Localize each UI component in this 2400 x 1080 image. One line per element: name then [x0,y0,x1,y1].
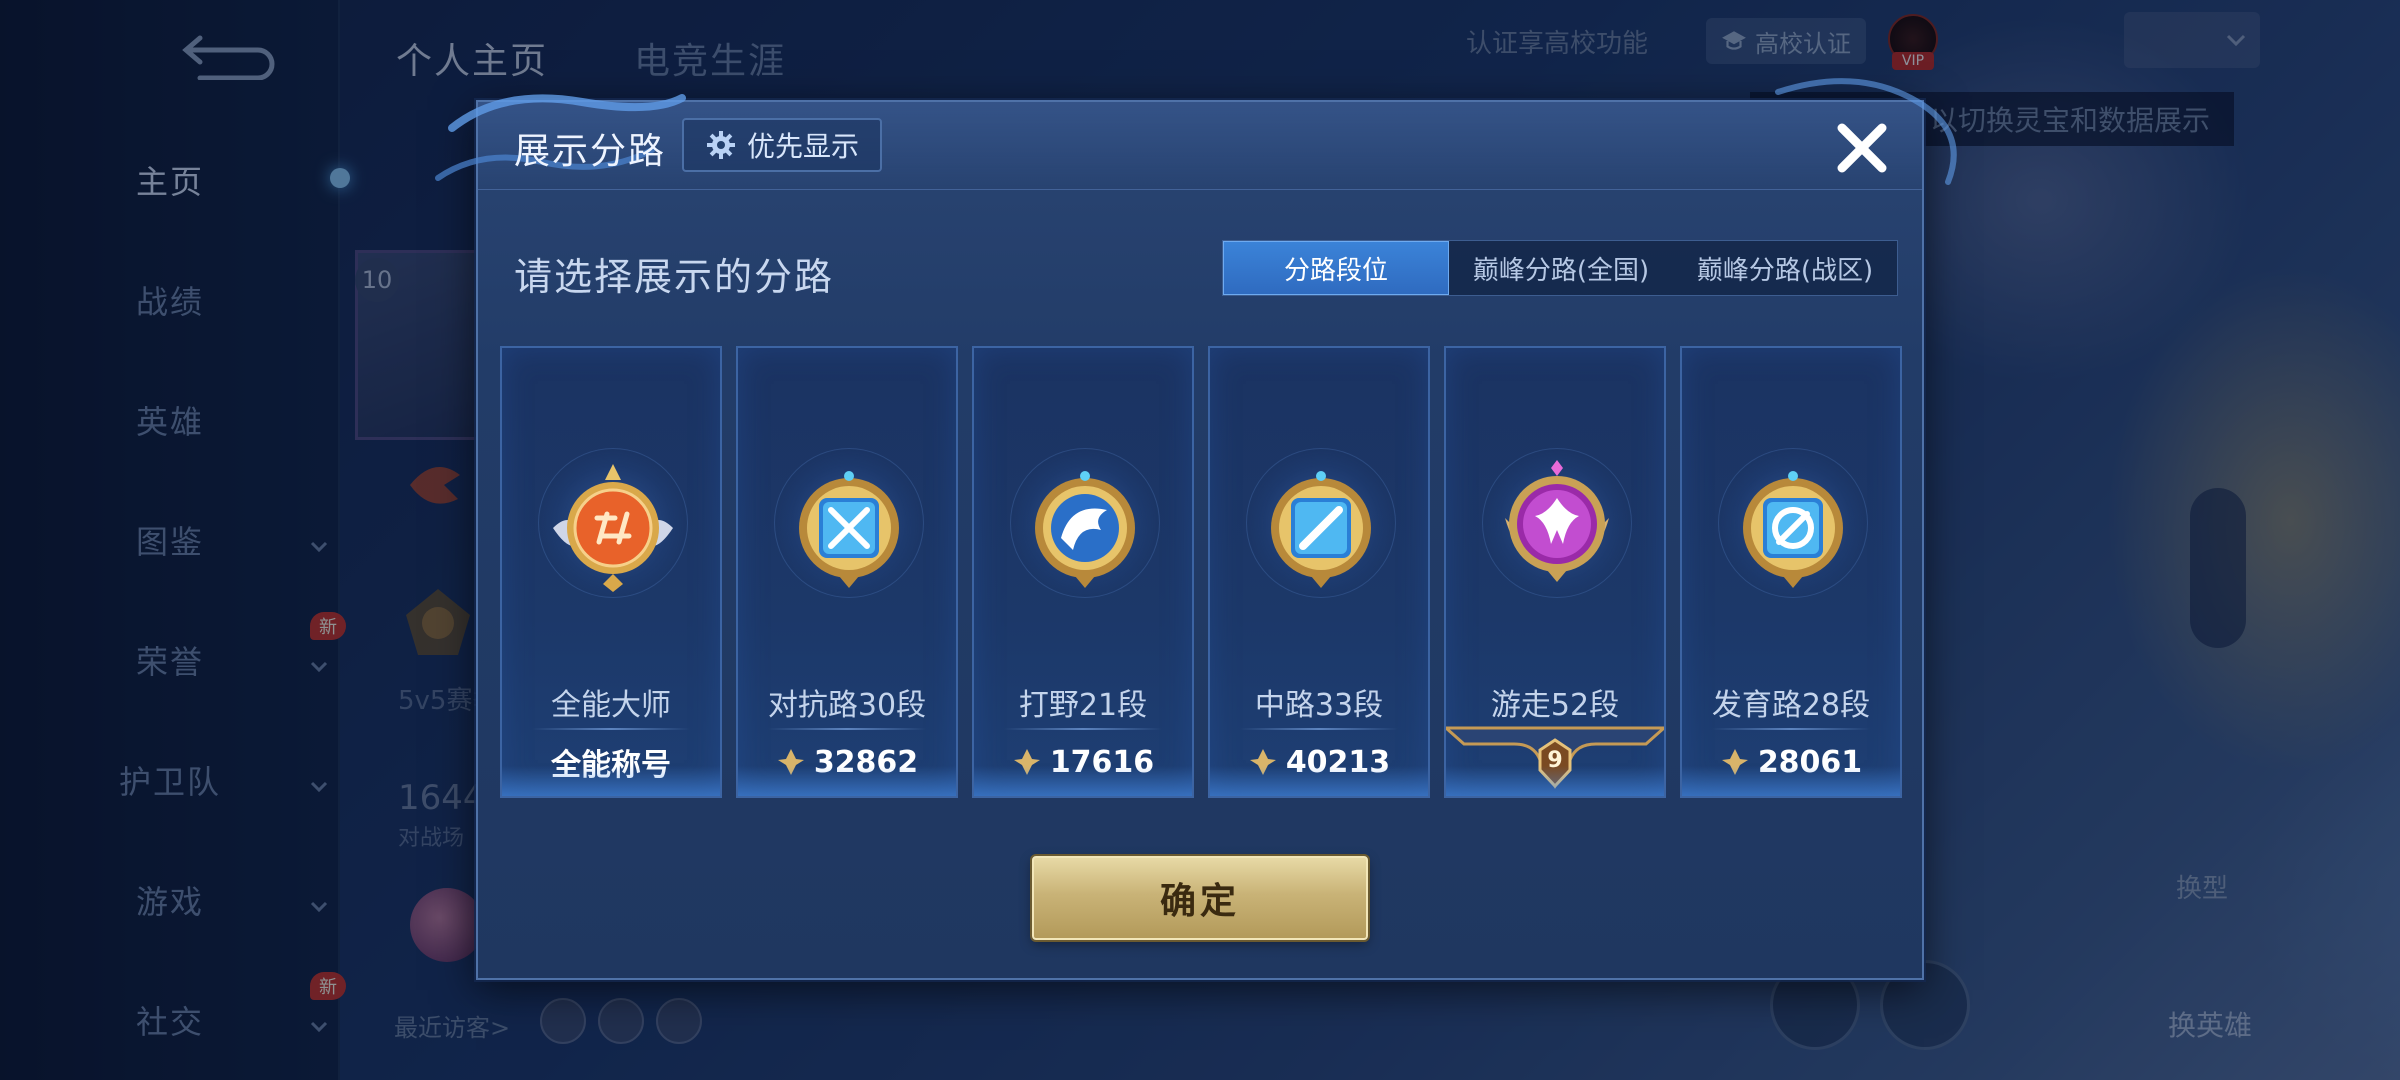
close-button[interactable] [1830,116,1894,180]
roam-emblem-icon [1505,460,1609,582]
lane-name: 对抗路30段 [767,688,927,723]
card-bottom-glow [1682,766,1900,796]
lane-name: 发育路28段 [1711,688,1871,723]
farm-lane-emblem-icon [1743,471,1843,588]
lane-card-clash[interactable]: 对抗路30段 32862 [736,346,958,798]
lane-name: 打野21段 [1018,688,1148,723]
lane-name: 全能大师 [551,688,671,723]
lane-name: 中路33段 [1254,688,1384,723]
lane-card-list: 全能大师 全能称号 对抗路30段 32862 [500,346,1904,798]
tab-lane-rank[interactable]: 分路段位 [1223,241,1449,295]
tab-peak-lane-national[interactable]: 巅峰分路(全国) [1449,241,1673,295]
lane-type-segmented-control: 分路段位 巅峰分路(全国) 巅峰分路(战区) [1222,240,1898,296]
card-bottom-glow [1446,766,1664,796]
all-round-master-emblem-icon [553,464,673,592]
lane-card-farm[interactable]: 发育路28段 28061 [1680,346,1902,798]
close-icon [1837,123,1887,173]
card-divider [532,728,690,730]
lane-card-jungle[interactable]: 打野21段 17616 [972,346,1194,798]
card-divider [1004,728,1162,730]
card-bottom-glow [974,766,1192,796]
card-divider [1240,728,1398,730]
card-divider [1712,728,1870,730]
clash-lane-emblem-icon [799,471,899,588]
card-bottom-glow [1210,766,1428,796]
lane-card-mid[interactable]: 中路33段 40213 [1208,346,1430,798]
priority-display-button[interactable]: 优先显示 [682,118,882,172]
lane-name: 游走52段 [1490,688,1620,723]
dialog-title: 展示分路 [514,131,667,172]
mid-lane-emblem-icon [1271,471,1371,588]
jungle-emblem-icon [1035,471,1135,588]
card-bottom-glow [502,766,720,796]
gear-icon [706,131,735,159]
lane-card-roam[interactable]: 游走52段 9 [1444,346,1666,798]
tab-peak-lane-region[interactable]: 巅峰分路(战区) [1673,241,1897,295]
priority-button-label: 优先显示 [746,130,859,163]
card-bottom-glow [738,766,956,796]
lane-card-all-round[interactable]: 全能大师 全能称号 [500,346,722,798]
card-divider [768,728,926,730]
confirm-button[interactable]: 确定 [1032,856,1368,940]
dialog-subtitle: 请选择展示的分路 [514,255,835,299]
lane-display-dialog: 展示分路 优先显示 请选择展示的分路 分路段位 巅峰分路(全国) 巅峰分路(战区… [435,78,1957,980]
